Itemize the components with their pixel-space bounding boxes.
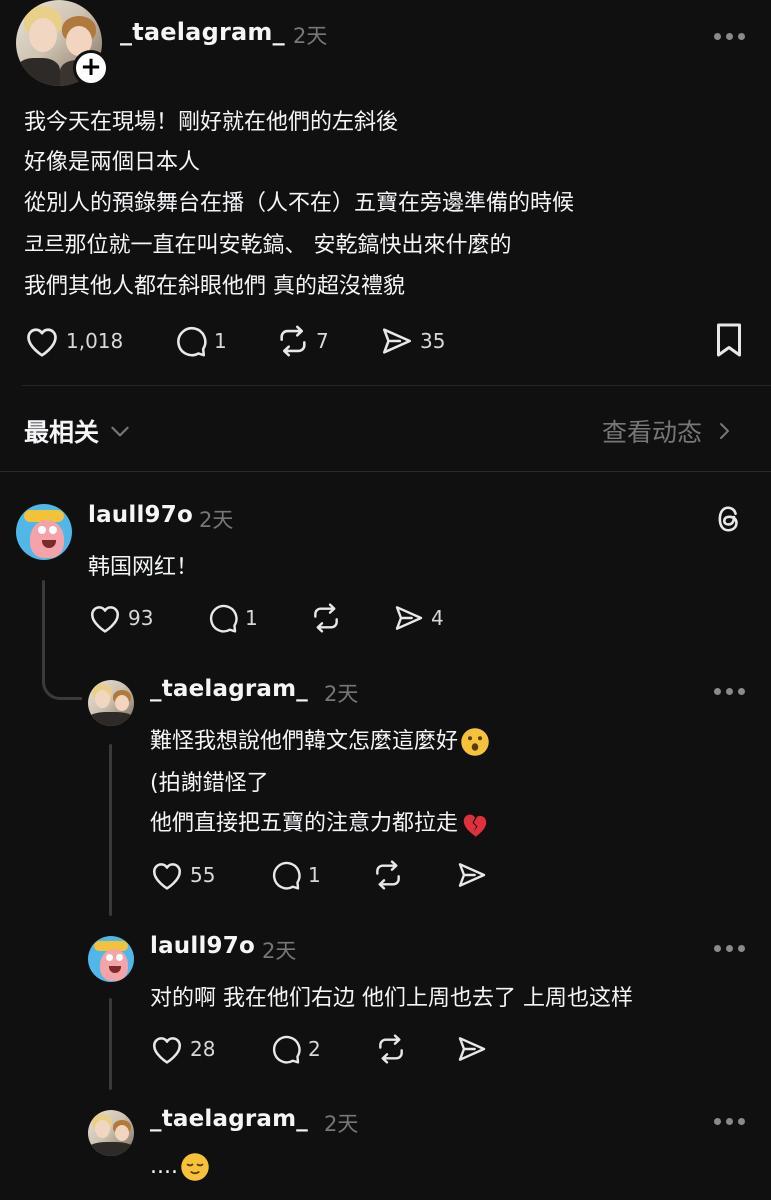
comment-count: 1 [308, 863, 321, 887]
share-button[interactable] [456, 1033, 488, 1065]
repost-button[interactable] [375, 1033, 407, 1065]
reply-text-line: (拍謝錯怪了 [150, 771, 269, 796]
reply-avatar[interactable] [88, 680, 134, 726]
post-text-line: 我今天在現場！剛好就在他們的左斜後 [24, 110, 399, 135]
like-button[interactable]: 93 [88, 602, 153, 634]
reply-avatar[interactable] [88, 936, 134, 982]
repost-button[interactable] [310, 602, 342, 634]
like-count: 1,018 [66, 329, 124, 353]
post-text-line: 從別人的預錄舞台在播（人不在）五寶在旁邊準備的時候 [24, 191, 575, 216]
post-more-icon[interactable] [714, 33, 746, 41]
like-button[interactable]: 28 [150, 1033, 215, 1065]
sort-selector[interactable]: 最相关 [24, 413, 133, 449]
comment-button[interactable]: 2 [270, 1033, 321, 1065]
heart-icon [152, 1037, 182, 1064]
view-activity-label: 查看动态 [602, 418, 703, 447]
share-count: 4 [431, 606, 444, 630]
reply-avatar[interactable] [88, 1110, 134, 1156]
share-icon [382, 328, 412, 354]
reply-more-icon[interactable] [714, 688, 746, 696]
chevron-right-icon [720, 423, 730, 439]
view-activity-link[interactable]: 查看动态 [602, 413, 736, 449]
post-time: 2天 [293, 24, 328, 48]
share-count: 35 [420, 329, 446, 353]
share-button[interactable]: 4 [393, 602, 444, 634]
thread-connector [42, 660, 82, 700]
comment-icon [272, 861, 301, 890]
repost-icon [376, 860, 400, 890]
heart-icon [152, 863, 182, 890]
like-count: 28 [190, 1037, 216, 1061]
reply-avatar[interactable] [16, 504, 72, 560]
heart-icon [90, 606, 120, 633]
repost-button[interactable]: 7 [276, 324, 329, 358]
reply-username[interactable]: laull97o [88, 502, 193, 528]
bookmark-button[interactable] [714, 322, 744, 358]
share-icon [458, 1037, 486, 1061]
bookmark-icon [717, 323, 741, 357]
share-button[interactable]: 35 [380, 324, 445, 358]
relieved-face-emoji [181, 1153, 209, 1181]
post-text-line: 코르那位就一直在叫安乾鎬、 安乾鎬快出來什麼的 [24, 233, 512, 258]
like-button[interactable]: 1,018 [24, 324, 123, 358]
threads-logo-icon[interactable] [713, 502, 745, 536]
reply-text-line: 他們直接把五寶的注意力都拉走 [150, 805, 490, 838]
repost-button[interactable] [372, 859, 404, 891]
heart-icon [27, 328, 57, 357]
post-username[interactable]: _taelagram_ [120, 18, 285, 46]
comment-count: 2 [308, 1037, 321, 1061]
reply-time: 2天 [324, 1112, 359, 1136]
reply-username[interactable]: _taelagram_ [150, 676, 308, 702]
chevron-down-icon [111, 426, 129, 437]
like-count: 93 [128, 606, 154, 630]
follow-plus-icon[interactable]: + [73, 50, 109, 86]
hushed-face-emoji [461, 728, 489, 756]
repost-icon [379, 1034, 403, 1064]
share-icon [395, 606, 423, 630]
reply-time: 2天 [262, 939, 297, 963]
post-text-line: 我們其他人都在斜眼他們 真的超沒禮貌 [24, 274, 405, 299]
like-count: 55 [190, 863, 216, 887]
reply-text: 韩国网红！ [88, 555, 199, 580]
share-button[interactable] [456, 859, 488, 891]
reply-text-line: .... [150, 1152, 210, 1182]
comment-icon [209, 604, 238, 633]
divider [0, 471, 771, 472]
repost-icon [280, 325, 306, 357]
repost-icon [314, 603, 338, 633]
sort-label: 最相关 [24, 418, 100, 447]
comment-icon [177, 327, 207, 357]
reply-more-icon[interactable] [714, 1118, 746, 1126]
comment-button[interactable]: 1 [270, 859, 321, 891]
comment-count: 1 [214, 329, 227, 353]
comment-count: 1 [245, 606, 258, 630]
comment-button[interactable]: 1 [207, 602, 258, 634]
reply-text-line: 難怪我想說他們韓文怎麼這麼好 [150, 723, 490, 757]
repost-count: 7 [316, 329, 329, 353]
like-button[interactable]: 55 [150, 859, 215, 891]
divider [22, 385, 771, 386]
reply-username[interactable]: _taelagram_ [150, 1106, 308, 1132]
comment-button[interactable]: 1 [174, 324, 227, 358]
thread-line [109, 744, 112, 916]
reply-text: 对的啊 我在他们右边 他们上周也去了 上周也这样 [150, 986, 633, 1011]
comment-icon [272, 1035, 301, 1064]
thread-line [109, 998, 112, 1090]
post-text-line: 好像是兩個日本人 [24, 150, 201, 175]
broken-heart-emoji [463, 814, 487, 838]
reply-time: 2天 [324, 682, 359, 706]
reply-username[interactable]: laull97o [150, 933, 255, 959]
reply-more-icon[interactable] [714, 945, 746, 953]
share-icon [458, 863, 486, 887]
reply-time: 2天 [199, 508, 234, 532]
